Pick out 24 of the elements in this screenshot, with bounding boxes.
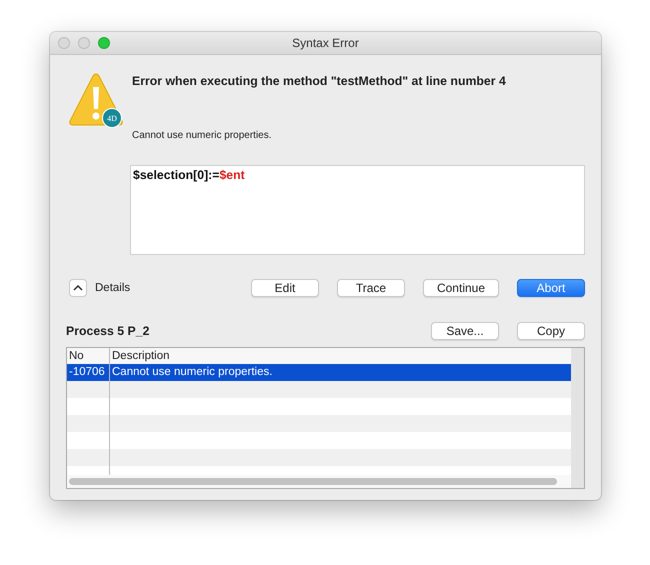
table-row[interactable]: -10706 Cannot use numeric properties. [67, 364, 571, 381]
code-line: $selection[0]:=$ent [133, 168, 245, 182]
table-cell-text: Cannot use numeric properties. [111, 365, 274, 380]
horizontal-scrollbar[interactable] [67, 475, 571, 488]
window-zoom-button[interactable] [98, 37, 110, 49]
window-close-button[interactable] [58, 37, 70, 49]
scrollbar-thumb[interactable] [69, 478, 557, 485]
dialog-button[interactable]: Trace [337, 279, 405, 297]
caret-icon [73, 285, 83, 291]
process-title: Process 5 P_2 [66, 324, 150, 338]
dialog-button[interactable]: Edit [251, 279, 319, 297]
error-message: Cannot use numeric properties. [132, 130, 273, 141]
vertical-scrollbar[interactable] [571, 348, 584, 488]
details-label: Details [95, 282, 130, 294]
window-minimize-button[interactable] [78, 37, 90, 49]
dialog-button[interactable]: Abort [517, 279, 585, 297]
column-header[interactable]: Description [110, 348, 571, 364]
logo: 4D [102, 108, 122, 128]
window-title: Syntax Error [291, 36, 360, 50]
dialog-button[interactable]: Copy [517, 322, 585, 340]
error-heading: Error when executing the method "testMethod" at line number 4 [132, 74, 506, 88]
dialog-button[interactable]: Save... [431, 322, 499, 340]
dialog-button[interactable]: Continue [423, 279, 499, 297]
disclosure-button[interactable] [69, 279, 87, 297]
